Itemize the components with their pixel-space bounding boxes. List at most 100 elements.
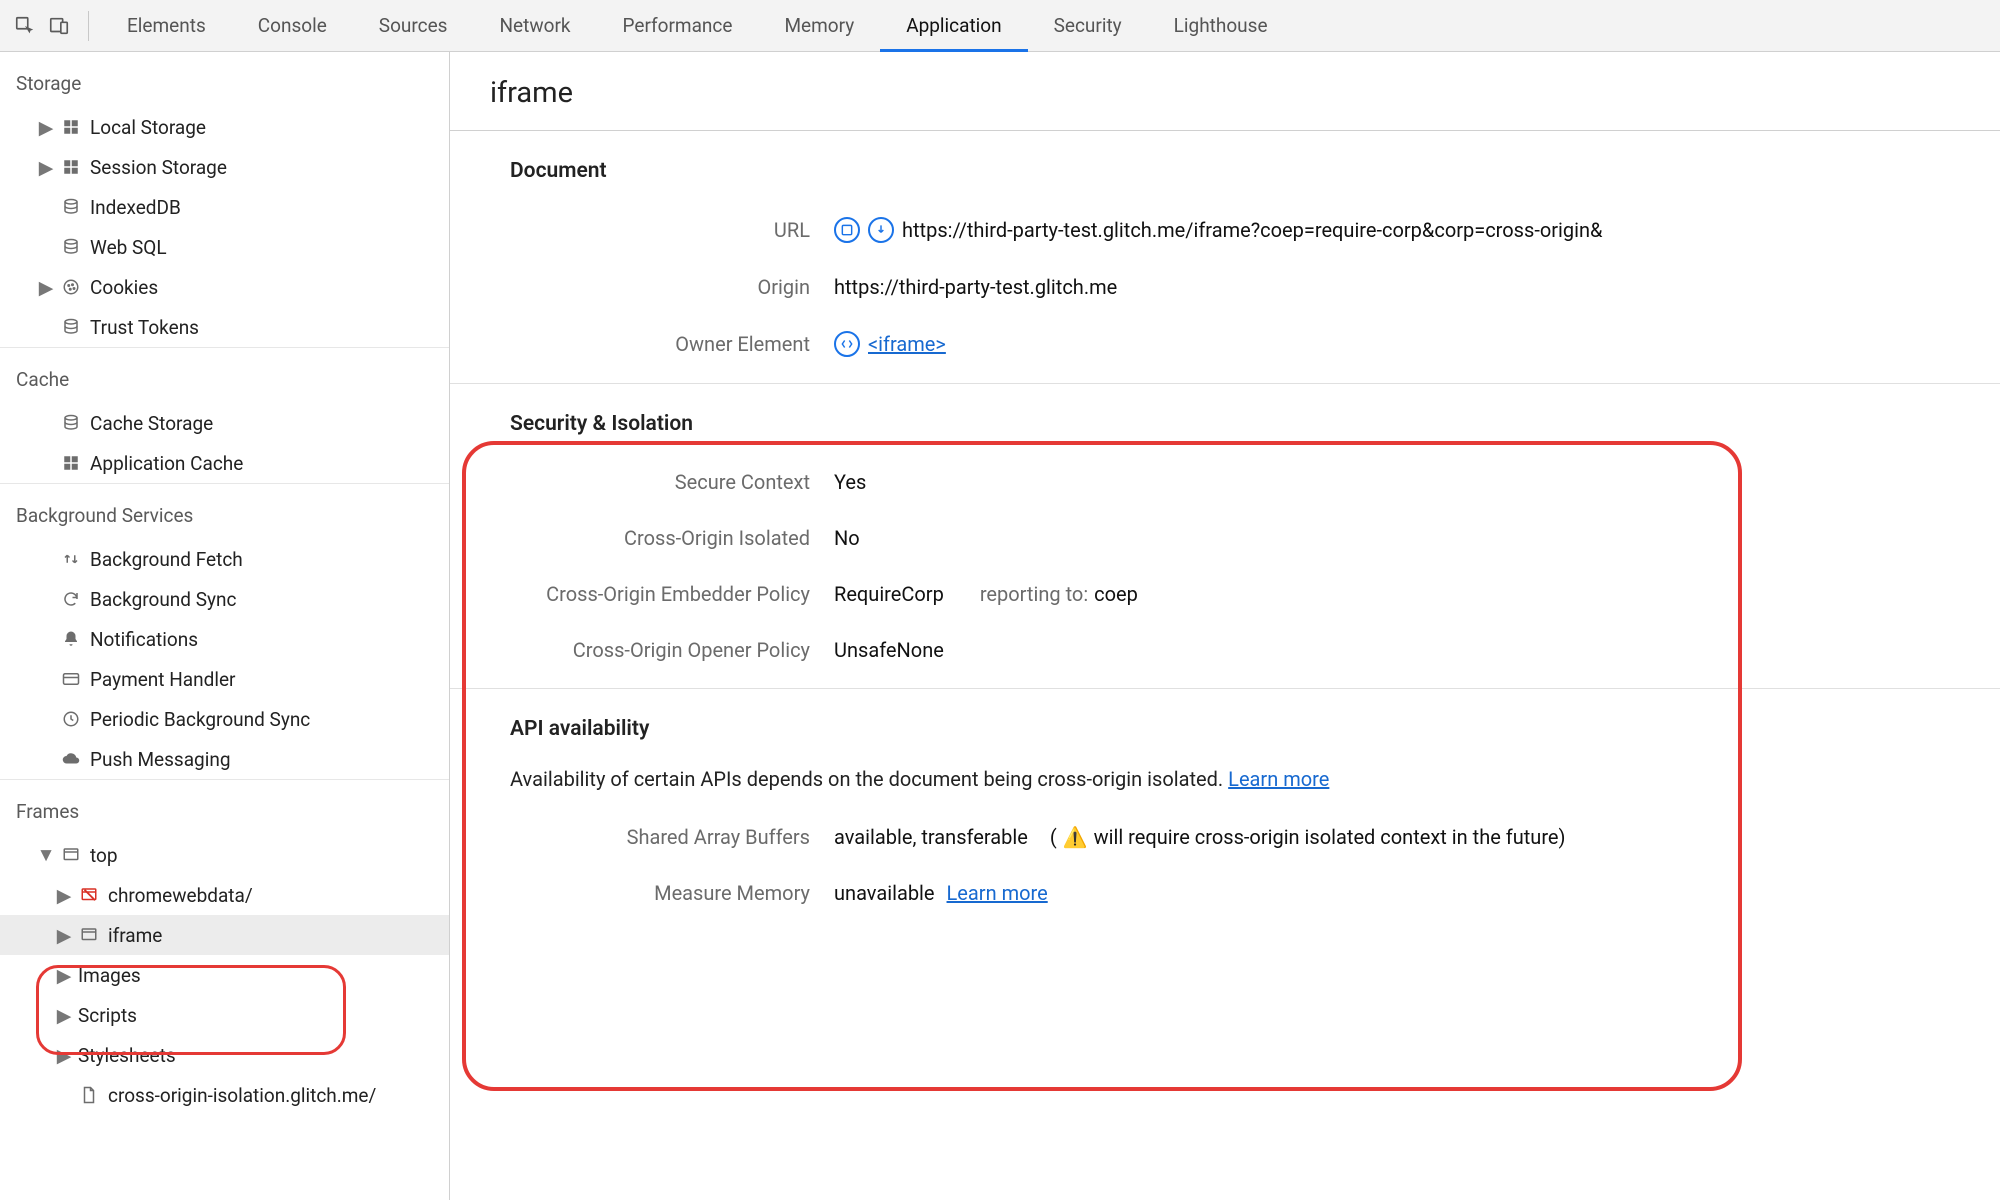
tab-lighthouse[interactable]: Lighthouse — [1148, 0, 1294, 52]
sidebar-section-background: Background Services — [0, 483, 449, 539]
section-security: Security & Isolation Secure Context Yes … — [450, 384, 2000, 688]
label-coop: Cross-Origin Opener Policy — [510, 638, 810, 662]
section-heading: API availability — [510, 707, 1960, 759]
value-sab-warning: will require cross-origin isolated conte… — [1094, 825, 1566, 849]
element-link-icon[interactable] — [834, 331, 860, 357]
value-reporting-to: coep — [1094, 582, 1138, 606]
sidebar-item-images[interactable]: ▶ Images — [0, 955, 449, 995]
open-icon[interactable] — [868, 217, 894, 243]
database-icon — [60, 412, 82, 434]
learn-more-link[interactable]: Learn more — [1228, 767, 1329, 791]
sidebar-item-app-cache[interactable]: ▶ Application Cache — [0, 443, 449, 483]
devtools-toolbar: Elements Console Sources Network Perform… — [0, 0, 2000, 52]
tab-application[interactable]: Application — [880, 0, 1027, 52]
sidebar-item-cache-storage[interactable]: ▶ Cache Storage — [0, 403, 449, 443]
sidebar-item-push[interactable]: ▶ Push Messaging — [0, 739, 449, 779]
value-measure-memory: unavailable — [834, 881, 935, 905]
sync-icon — [60, 588, 82, 610]
sidebar-item-local-storage[interactable]: ▶ Local Storage — [0, 107, 449, 147]
tab-console[interactable]: Console — [232, 0, 353, 52]
page-title: iframe — [450, 52, 2000, 131]
tab-performance[interactable]: Performance — [597, 0, 759, 52]
application-sidebar: Storage ▶ Local Storage ▶ Session Storag… — [0, 52, 450, 1200]
tab-memory[interactable]: Memory — [758, 0, 880, 52]
sidebar-item-label: top — [90, 844, 118, 867]
sidebar-item-stylesheets[interactable]: ▶ Stylesheets — [0, 1035, 449, 1075]
frame-icon — [60, 844, 82, 866]
owner-element-link[interactable]: <iframe> — [868, 332, 946, 356]
sidebar-item-label: Local Storage — [90, 116, 206, 139]
value-url: https://third-party-test.glitch.me/ifram… — [902, 218, 1602, 242]
sidebar-item-payment[interactable]: ▶ Payment Handler — [0, 659, 449, 699]
api-description: Availability of certain APIs depends on … — [510, 767, 1223, 791]
sidebar-item-websql[interactable]: ▶ Web SQL — [0, 227, 449, 267]
sidebar-item-session-storage[interactable]: ▶ Session Storage — [0, 147, 449, 187]
storage-icon — [60, 452, 82, 474]
learn-more-link[interactable]: Learn more — [947, 881, 1048, 905]
warn-prefix: ( — [1050, 825, 1057, 849]
label-coep: Cross-Origin Embedder Policy — [450, 582, 810, 606]
sidebar-item-file[interactable]: ▶ cross-origin-isolation.glitch.me/ — [0, 1075, 449, 1115]
section-document: Document URL https://third-party-test.gl… — [450, 131, 2000, 383]
sidebar-item-iframe[interactable]: ▶ iframe — [0, 915, 449, 955]
storage-icon — [60, 116, 82, 138]
sidebar-item-chromewebdata[interactable]: ▶ chromewebdata/ — [0, 875, 449, 915]
storage-icon — [60, 156, 82, 178]
sidebar-item-label: iframe — [108, 924, 162, 947]
sidebar-item-label: IndexedDB — [90, 196, 181, 219]
value-secure-context: Yes — [834, 470, 866, 494]
tab-elements[interactable]: Elements — [101, 0, 232, 52]
tab-sources[interactable]: Sources — [353, 0, 474, 52]
sidebar-section-frames: Frames — [0, 779, 449, 835]
sidebar-item-label: Trust Tokens — [90, 316, 199, 339]
chevron-right-icon: ▶ — [40, 121, 52, 133]
main-panel: iframe Document URL https://third-party-… — [450, 52, 2000, 1200]
chevron-right-icon: ▶ — [58, 969, 70, 981]
sidebar-item-bg-fetch[interactable]: ▶ Background Fetch — [0, 539, 449, 579]
sidebar-item-label: Stylesheets — [78, 1044, 176, 1067]
sidebar-item-bg-sync[interactable]: ▶ Background Sync — [0, 579, 449, 619]
sidebar-item-label: Application Cache — [90, 452, 243, 475]
label-sab: Shared Array Buffers — [510, 825, 810, 849]
database-icon — [60, 196, 82, 218]
sidebar-item-label: Session Storage — [90, 156, 227, 179]
sidebar-item-label: Notifications — [90, 628, 198, 651]
sidebar-item-periodic-sync[interactable]: ▶ Periodic Background Sync — [0, 699, 449, 739]
fetch-icon — [60, 548, 82, 570]
chevron-right-icon: ▶ — [58, 889, 70, 901]
cookie-icon — [60, 276, 82, 298]
document-icon — [78, 1084, 100, 1106]
sidebar-item-indexeddb[interactable]: ▶ IndexedDB — [0, 187, 449, 227]
chevron-right-icon: ▶ — [58, 1009, 70, 1021]
tab-network[interactable]: Network — [473, 0, 596, 52]
sidebar-item-label: Images — [78, 964, 141, 987]
devtools-panel-tabs: Elements Console Sources Network Perform… — [101, 0, 1294, 52]
reveal-icon[interactable] — [834, 217, 860, 243]
sidebar-item-notifications[interactable]: ▶ Notifications — [0, 619, 449, 659]
sidebar-item-trust-tokens[interactable]: ▶ Trust Tokens — [0, 307, 449, 347]
label-coi: Cross-Origin Isolated — [510, 526, 810, 550]
sidebar-item-label: Background Fetch — [90, 548, 243, 571]
label-measure-memory: Measure Memory — [510, 881, 810, 905]
sidebar-item-cookies[interactable]: ▶ Cookies — [0, 267, 449, 307]
device-toggle-icon[interactable] — [42, 9, 76, 43]
section-heading: Document — [510, 149, 1960, 201]
sidebar-section-storage: Storage — [0, 52, 449, 107]
frame-error-icon — [78, 884, 100, 906]
database-icon — [60, 236, 82, 258]
toolbar-separator — [88, 11, 89, 41]
sidebar-item-frame-top[interactable]: ▼ top — [0, 835, 449, 875]
label-secure-context: Secure Context — [510, 470, 810, 494]
inspect-element-icon[interactable] — [8, 9, 42, 43]
chevron-right-icon: ▶ — [40, 281, 52, 293]
credit-card-icon — [60, 668, 82, 690]
label-url: URL — [510, 218, 810, 242]
sidebar-item-scripts[interactable]: ▶ Scripts — [0, 995, 449, 1035]
label-origin: Origin — [510, 275, 810, 299]
database-icon — [60, 316, 82, 338]
clock-icon — [60, 708, 82, 730]
tab-security[interactable]: Security — [1028, 0, 1148, 52]
chevron-down-icon: ▼ — [40, 849, 52, 861]
sidebar-item-label: Background Sync — [90, 588, 236, 611]
sidebar-section-cache: Cache — [0, 347, 449, 403]
